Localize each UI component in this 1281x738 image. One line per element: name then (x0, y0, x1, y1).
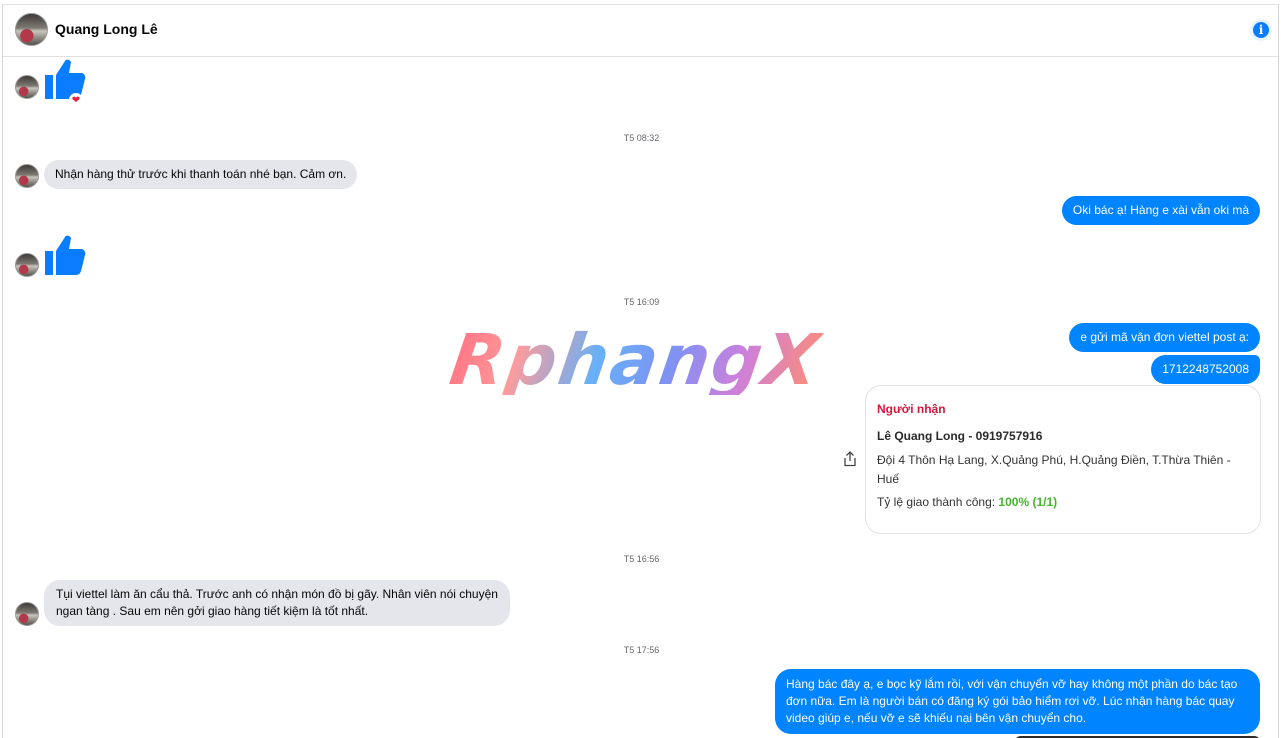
timestamp: T5 08:32 (623, 133, 660, 143)
rate-value: 100% (1/1) (998, 495, 1058, 509)
info-icon: i (1253, 22, 1269, 38)
sender-avatar[interactable] (15, 75, 39, 99)
chat-header: Quang Long Lê i (3, 5, 1278, 57)
recipient-card[interactable]: Người nhận Lê Quang Long - 0919757916 Độ… (865, 385, 1261, 534)
message-outgoing[interactable]: Oki bác ạ! Hàng e xài vẫn oki mà (1061, 196, 1260, 225)
timestamp: T5 16:09 (623, 297, 660, 307)
timestamp: T5 16:56 (623, 554, 660, 564)
rate-label: Tỷ lệ giao thành công: (877, 495, 996, 509)
contact-name[interactable]: Quang Long Lê (55, 21, 158, 37)
recipient-name: Lê Quang Long - 0919757916 (877, 429, 1043, 443)
watermark-logo: RphangX (445, 319, 826, 401)
message-outgoing[interactable]: e gửi mã vận đơn viettel post ạ: (1069, 323, 1260, 352)
message-line: Hàng bác đây ạ, e bọc kỹ lắm rồi, với vậ… (786, 677, 1238, 691)
heart-reaction-icon[interactable]: ❤ (69, 93, 83, 107)
timestamp: T5 17:56 (623, 645, 660, 655)
recipient-address: Đội 4 Thôn Hạ Lang, X.Quảng Phú, H.Quảng… (877, 451, 1249, 489)
delivery-rate: Tỷ lệ giao thành công: 100% (1/1) (877, 495, 1249, 509)
contact-avatar[interactable] (15, 13, 48, 46)
message-line: ngan tàng . Sau em nên gởi giao hàng tiế… (56, 604, 369, 618)
message-line: đơn nữa. Em là người bán có đăng ký gói … (786, 694, 1235, 708)
address-line: Đội 4 Thôn Hạ Lang, X.Quảng Phú, H.Quảng… (877, 453, 1231, 467)
chat-window: Quang Long Lê i ❤ T5 08:32 Nhận hàng thử… (2, 4, 1279, 738)
message-line: video giúp e, nếu vỡ e sẽ khiếu nại bên … (786, 711, 1087, 725)
sender-avatar[interactable] (15, 253, 39, 277)
info-button[interactable]: i (1250, 19, 1272, 41)
sender-avatar[interactable] (15, 602, 39, 626)
share-icon[interactable] (843, 451, 857, 467)
sender-avatar[interactable] (15, 164, 39, 188)
message-outgoing[interactable]: 1712248752008 (1151, 355, 1260, 384)
thumbs-up-icon (45, 235, 86, 275)
message-line: Tụi viettel làm ăn cẩu thả. Trước anh có… (56, 587, 498, 601)
message-incoming[interactable]: Tụi viettel làm ăn cẩu thả. Trước anh có… (44, 580, 510, 626)
address-line: Huế (877, 472, 900, 486)
message-outgoing[interactable]: Hàng bác đây ạ, e bọc kỹ lắm rồi, với vậ… (775, 669, 1260, 734)
message-incoming[interactable]: Nhận hàng thử trước khi thanh toán nhé b… (44, 160, 358, 189)
card-title: Người nhận (877, 402, 946, 416)
